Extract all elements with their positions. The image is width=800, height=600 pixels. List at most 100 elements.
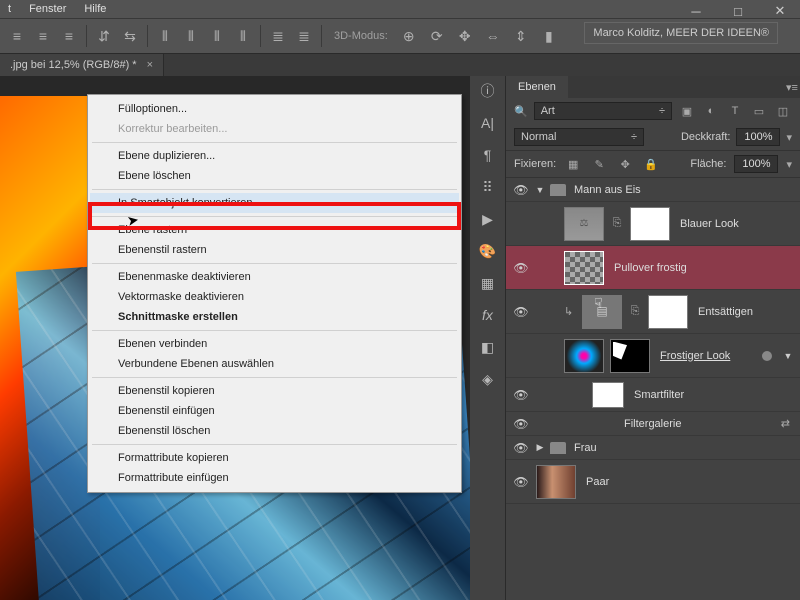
context-menu-item[interactable]: Ebenenstil rastern <box>90 240 459 260</box>
filter-adjust-icon[interactable]: ◐ <box>702 103 720 119</box>
info-icon[interactable]: ⓘ <box>477 82 499 100</box>
3d-orbit-icon[interactable]: ⊕ <box>398 25 420 47</box>
layer-row-selected[interactable]: 👁 Pullover frostig <box>506 246 800 290</box>
play-icon[interactable]: ▶ <box>477 210 499 228</box>
link-icon[interactable]: ⎘ <box>628 305 642 318</box>
menu-item[interactable]: t <box>8 3 11 15</box>
fx-icon[interactable] <box>762 351 772 361</box>
link-icon[interactable]: ⎘ <box>610 217 624 230</box>
layer-mask[interactable] <box>610 339 650 373</box>
opacity-input[interactable]: 100% <box>736 128 780 146</box>
group-name[interactable]: Frau <box>574 442 794 454</box>
layer-mask[interactable] <box>648 295 688 329</box>
close-tab-icon[interactable]: × <box>147 59 153 71</box>
context-menu-item[interactable]: Ebenenmaske deaktivieren <box>90 267 459 287</box>
filter-settings-icon[interactable]: ⇄ <box>781 417 790 430</box>
align-center-icon[interactable]: ≡ <box>32 25 54 47</box>
layer-thumb[interactable] <box>564 251 604 285</box>
layer-thumb[interactable]: ⚖ <box>564 207 604 241</box>
align-left-icon[interactable]: ≡ <box>6 25 28 47</box>
visibility-icon[interactable]: 👁 <box>512 417 530 431</box>
group-row[interactable]: 👁 ▶ Frau <box>506 436 800 460</box>
distribute-h-icon[interactable]: ⇆ <box>119 25 141 47</box>
filter-pixel-icon[interactable]: ▣ <box>678 103 696 119</box>
context-menu-item[interactable]: Verbundene Ebenen auswählen <box>90 354 459 374</box>
layer-name[interactable]: Entsättigen <box>698 306 794 318</box>
3d-slide-icon[interactable]: ⇔ <box>482 25 504 47</box>
context-menu-item[interactable]: Ebenenstil kopieren <box>90 381 459 401</box>
filter-kind-select[interactable]: Art÷ <box>534 102 672 120</box>
3d-camera-icon[interactable]: ▮ <box>538 25 560 47</box>
filter-type-icon[interactable]: T <box>726 103 744 119</box>
account-box[interactable]: Marco Kolditz, MEER DER IDEEN® <box>584 22 778 44</box>
filter-smart-icon[interactable]: ◫ <box>774 103 792 119</box>
layer-mask[interactable] <box>630 207 670 241</box>
layer-name[interactable]: Pullover frostig <box>614 262 794 274</box>
visibility-icon[interactable]: 👁 <box>512 305 530 319</box>
doc-tab[interactable]: .jpg bei 12,5% (RGB/8#) * × <box>0 54 164 76</box>
menu-item-fenster[interactable]: Fenster <box>29 3 66 15</box>
brush-presets-icon[interactable]: ⠿ <box>477 178 499 196</box>
context-menu-item[interactable]: Formattribute einfügen <box>90 468 459 488</box>
layer-thumb[interactable]: ▤ <box>582 295 622 329</box>
distribute-v2-icon[interactable]: ⫴ <box>180 25 202 47</box>
maximize-button[interactable]: □ <box>726 4 750 18</box>
color-icon[interactable]: ◧ <box>477 338 499 356</box>
lock-move-icon[interactable]: ✥ <box>616 156 634 172</box>
distribute-v4-icon[interactable]: ⫴ <box>232 25 254 47</box>
layer-thumb[interactable] <box>564 339 604 373</box>
layer-name[interactable]: Frostiger Look <box>660 350 752 362</box>
disclosure-icon[interactable]: ▼ <box>534 185 546 195</box>
context-menu-item[interactable]: Fülloptionen... <box>90 99 459 119</box>
layer-name[interactable]: Paar <box>586 476 794 488</box>
distribute-h2-icon[interactable]: ≣ <box>293 25 315 47</box>
align-right-icon[interactable]: ≡ <box>58 25 80 47</box>
distribute-v1-icon[interactable]: ⫴ <box>154 25 176 47</box>
minimize-button[interactable]: ─ <box>684 4 708 18</box>
menu-item-hilfe[interactable]: Hilfe <box>84 3 106 15</box>
palette-icon[interactable]: 🎨 <box>477 242 499 260</box>
context-menu-item[interactable]: Ebene duplizieren... <box>90 146 459 166</box>
filter-mask[interactable] <box>592 382 624 408</box>
visibility-icon[interactable]: 👁 <box>512 388 530 402</box>
visibility-icon[interactable]: 👁 <box>512 475 530 489</box>
layer-thumb[interactable] <box>536 465 576 499</box>
panel-menu-icon[interactable]: ▾≡ <box>784 81 800 94</box>
visibility-icon[interactable]: 👁 <box>512 441 530 455</box>
blend-mode-select[interactable]: Normal÷ <box>514 128 644 146</box>
visibility-icon[interactable]: 👁 <box>512 183 530 197</box>
context-menu-item[interactable]: Ebenenstil löschen <box>90 421 459 441</box>
3d-roll-icon[interactable]: ⟳ <box>426 25 448 47</box>
lock-pixels-icon[interactable]: ▦ <box>564 156 582 172</box>
layer-row[interactable]: ⚖ ⎘ Blauer Look <box>506 202 800 246</box>
layer-row[interactable]: 👁 ↳ ▤ ⎘ Entsättigen <box>506 290 800 334</box>
close-button[interactable]: ✕ <box>768 4 792 18</box>
layer-name[interactable]: Blauer Look <box>680 218 794 230</box>
group-name[interactable]: Mann aus Eis <box>574 184 794 196</box>
context-menu-item[interactable]: Formattribute kopieren <box>90 448 459 468</box>
styles-icon[interactable]: fx <box>477 306 499 324</box>
filter-name[interactable]: Filtergalerie <box>624 418 775 430</box>
smartfilter-row[interactable]: 👁 Smartfilter <box>506 378 800 412</box>
distribute-h1-icon[interactable]: ≣ <box>267 25 289 47</box>
disclosure-icon[interactable]: ▶ <box>534 442 546 453</box>
distribute-v3-icon[interactable]: ⫴ <box>206 25 228 47</box>
lock-brush-icon[interactable]: ✎ <box>590 156 608 172</box>
context-menu-item[interactable]: Ebenen verbinden <box>90 334 459 354</box>
fill-input[interactable]: 100% <box>734 155 778 173</box>
visibility-icon[interactable]: 👁 <box>512 261 530 275</box>
layers-tab[interactable]: Ebenen <box>506 76 568 98</box>
context-menu-item[interactable]: Vektormaske deaktivieren <box>90 287 459 307</box>
layer-row[interactable]: Frostiger Look ▼ <box>506 334 800 378</box>
3d-zoom-icon[interactable]: ⇕ <box>510 25 532 47</box>
group-row[interactable]: 👁 ▼ Mann aus Eis <box>506 178 800 202</box>
context-menu-item[interactable]: Ebene löschen <box>90 166 459 186</box>
distribute-icon[interactable]: ⇵ <box>93 25 115 47</box>
disclosure-icon[interactable]: ▼ <box>782 351 794 361</box>
context-menu-item[interactable]: Schnittmaske erstellen <box>90 307 459 327</box>
layers-icon[interactable]: ◈ <box>477 370 499 388</box>
swatches-icon[interactable]: ▦ <box>477 274 499 292</box>
filter-shape-icon[interactable]: ▭ <box>750 103 768 119</box>
context-menu-item[interactable]: Ebenenstil einfügen <box>90 401 459 421</box>
layer-row[interactable]: 👁 Paar <box>506 460 800 504</box>
